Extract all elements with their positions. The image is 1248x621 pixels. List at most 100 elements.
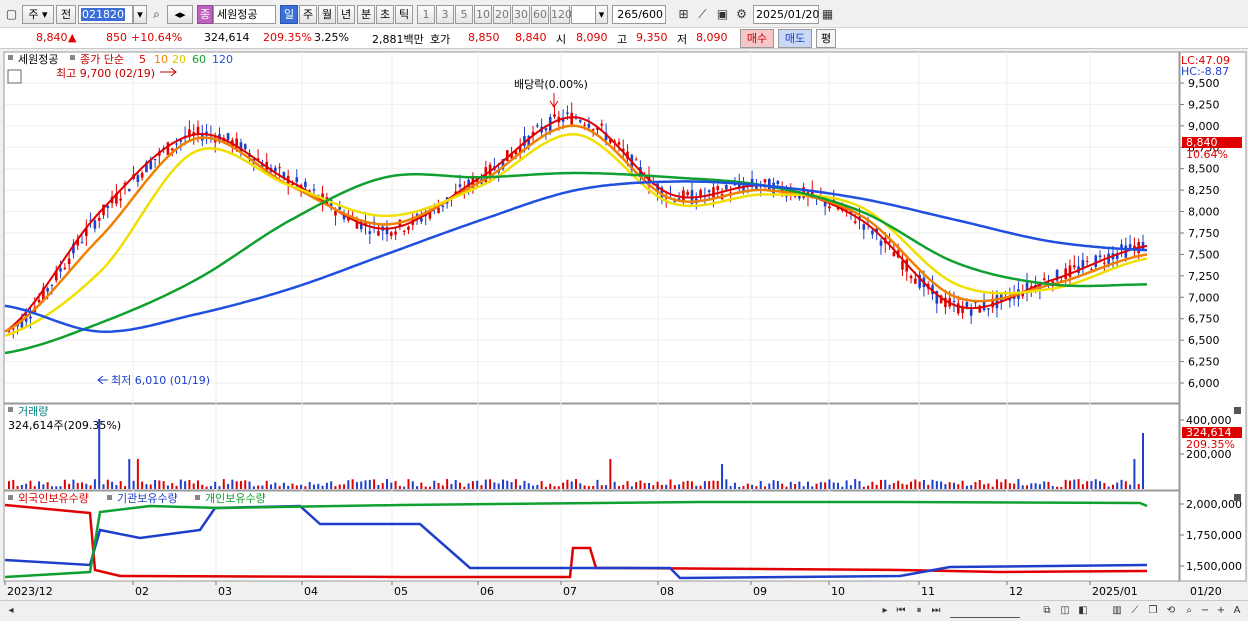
holdings-close-icon[interactable]: [1234, 494, 1241, 501]
grid-icon[interactable]: ⊞: [675, 6, 692, 23]
zoom-in-icon[interactable]: +: [1214, 604, 1228, 618]
volume-bar: [781, 483, 784, 489]
x-tick-label: 08: [660, 585, 674, 598]
volume-bar: [652, 485, 655, 489]
volume-bar: [111, 481, 114, 489]
split-icon[interactable]: ◫: [1058, 604, 1072, 618]
period-minute[interactable]: 분: [357, 5, 375, 24]
period-month[interactable]: 월: [318, 5, 336, 24]
volume-bar: [12, 479, 15, 489]
volume-bar: [635, 482, 638, 489]
interval-dropdown[interactable]: ▾: [595, 5, 608, 24]
volume-bar: [278, 486, 281, 489]
panel-handle-icon[interactable]: [8, 55, 13, 60]
volume-bar: [317, 483, 320, 489]
interval-5[interactable]: 5: [455, 5, 473, 24]
volume-bar: [42, 484, 45, 489]
calendar-icon[interactable]: ▦: [819, 6, 836, 23]
font-size-icon[interactable]: A: [1230, 604, 1244, 618]
volume-bar: [630, 486, 633, 489]
chart-area[interactable]: 9,5009,2509,0008,7508,5008,2508,0007,750…: [0, 50, 1248, 600]
compare-icon[interactable]: ◧: [1076, 604, 1090, 618]
interval-20[interactable]: 20: [493, 5, 511, 24]
scroll-bar[interactable]: ◂ ▸ ⏮ ⏸ ⏭ ⧉ ◫ ◧ ▥ ⟋ ❐ ⟲ ⌕ − + A: [0, 600, 1248, 621]
restore-icon[interactable]: ⟲: [1164, 604, 1178, 618]
volume-bar: [849, 485, 852, 489]
scroll-left-icon[interactable]: ◂: [4, 604, 18, 618]
first-icon[interactable]: ⏮: [894, 604, 908, 618]
volume-bar: [506, 480, 509, 489]
window-menu-icon[interactable]: ▢: [3, 6, 20, 23]
candle-body: [166, 142, 170, 155]
volume-bar: [733, 482, 736, 489]
volume-bar: [751, 484, 754, 489]
x-axis-ticks: 2023/12 02 03 04 05 06 07 08 09 10 11 12 2025/01: [4, 581, 1138, 598]
draw-line-icon[interactable]: ⟋: [694, 6, 711, 23]
stock-name-field[interactable]: 세원정공: [213, 5, 276, 24]
zoom-slider[interactable]: [950, 604, 1020, 618]
gear-icon[interactable]: ⚙: [733, 6, 750, 23]
sound-button[interactable]: ◂▸: [167, 5, 193, 24]
play-icon[interactable]: ▸: [878, 604, 892, 618]
search-icon[interactable]: ⌕: [148, 6, 165, 23]
layout-icon[interactable]: ⧉: [1040, 604, 1054, 618]
volume-bar: [373, 479, 376, 489]
volume-bar: [338, 484, 341, 489]
table-toggle-icon[interactable]: [7, 69, 22, 84]
zoom-out-icon[interactable]: −: [1198, 604, 1212, 618]
copy-icon[interactable]: ❐: [1146, 604, 1160, 618]
interval-10[interactable]: 10: [474, 5, 492, 24]
volume-close-icon[interactable]: [1234, 407, 1241, 414]
candle-body: [80, 241, 84, 243]
volume-title: 거래량: [18, 405, 48, 418]
high-label: 고: [617, 33, 628, 46]
chart-svg[interactable]: 9,5009,2509,0008,7508,5008,2508,0007,750…: [0, 50, 1248, 600]
ma10-legend: 10: [154, 53, 168, 66]
save-icon[interactable]: ▣: [714, 6, 731, 23]
interval-60[interactable]: 60: [531, 5, 549, 24]
high-annotation: 최고 9,700 (02/19): [56, 67, 155, 80]
volume-bar: [716, 480, 719, 489]
count-field[interactable]: 265/600: [612, 5, 666, 24]
ma120-legend: 120: [212, 53, 233, 66]
magnify-icon[interactable]: ⌕: [1182, 604, 1196, 618]
interval-3[interactable]: 3: [436, 5, 454, 24]
volume-bar: [63, 479, 66, 489]
candle-body: [600, 123, 604, 126]
ma5-legend: 5: [139, 53, 146, 66]
candle-body: [1103, 262, 1106, 264]
volume-bar: [128, 459, 131, 489]
prev-button[interactable]: 전: [56, 5, 76, 24]
pause-icon[interactable]: ⏸: [912, 604, 926, 618]
volume-pct-tag-text: 209.35%: [1186, 438, 1235, 451]
market-select[interactable]: 주 ▾: [22, 5, 54, 24]
interval-120[interactable]: 120: [550, 5, 572, 24]
eval-button[interactable]: 평: [816, 29, 836, 48]
bar-chart-icon[interactable]: ▥: [1110, 604, 1124, 618]
interval-1[interactable]: 1: [417, 5, 435, 24]
line-chart-icon[interactable]: ⟋: [1128, 604, 1142, 618]
date-field[interactable]: 2025/01/20: [753, 5, 819, 24]
period-tick[interactable]: 틱: [395, 5, 413, 24]
period-day[interactable]: 일: [280, 5, 298, 24]
code-input[interactable]: 021820: [78, 5, 133, 24]
volume-bar: [463, 486, 466, 489]
period-year[interactable]: 년: [337, 5, 355, 24]
sell-button[interactable]: 매도: [778, 29, 812, 48]
period-week[interactable]: 주: [299, 5, 317, 24]
volume-bar: [983, 484, 986, 489]
volume-bar: [1047, 481, 1050, 489]
buy-button[interactable]: 매수: [740, 29, 774, 48]
candle-body: [106, 205, 110, 208]
x-tick-label: 2023/12: [7, 585, 53, 598]
candle-body: [914, 278, 917, 284]
last-icon[interactable]: ⏭: [929, 604, 943, 618]
volume-bar: [721, 464, 724, 489]
volume-bar: [497, 483, 500, 489]
current-price: 8,840: [36, 31, 68, 44]
code-dropdown[interactable]: ▾: [133, 5, 147, 24]
period-second[interactable]: 초: [376, 5, 394, 24]
interval-30[interactable]: 30: [512, 5, 530, 24]
volume-bar: [76, 482, 79, 489]
volume-bar: [484, 479, 487, 489]
